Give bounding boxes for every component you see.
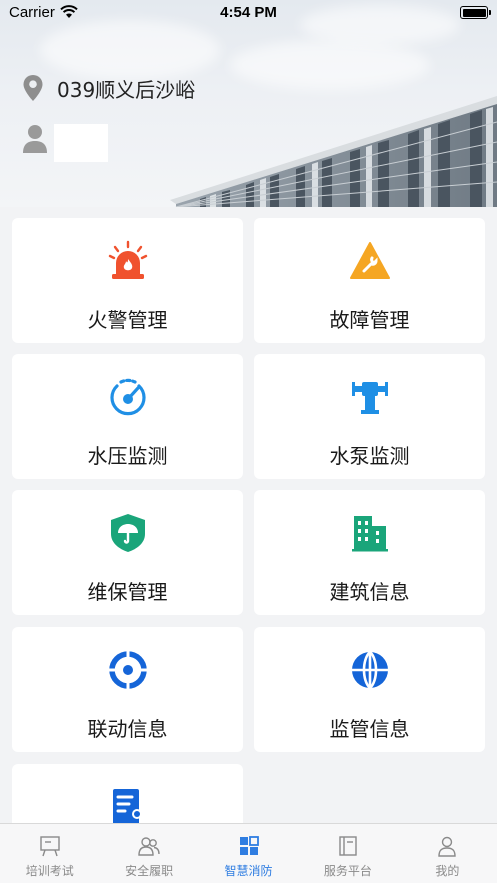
building-background-image — [170, 96, 497, 207]
menu-card-water-pressure[interactable]: 水压监测 — [12, 354, 243, 479]
header-banner: Carrier 4:54 PM 039顺义后沙峪 — [0, 0, 497, 207]
menu-label: 水压监测 — [87, 444, 168, 468]
menu-card-supervision[interactable]: 监管信息 — [254, 627, 485, 752]
linkage-target-icon — [109, 651, 147, 689]
person-icon — [438, 836, 457, 857]
tab-mine[interactable]: 我的 — [398, 824, 497, 883]
menu-label: 火警管理 — [87, 308, 168, 332]
tab-training-exam[interactable]: 培训考试 — [0, 824, 99, 883]
tab-service-platform[interactable]: 服务平台 — [298, 824, 397, 883]
tab-label: 我的 — [435, 864, 460, 878]
location-pin-icon — [23, 75, 43, 101]
menu-label: 监管信息 — [329, 717, 410, 741]
status-time: 4:54 PM — [220, 4, 277, 21]
tab-bar: 培训考试 安全履职 智慧消防 服务平台 我的 — [0, 823, 497, 883]
menu-card-fault[interactable]: 故障管理 — [254, 218, 485, 343]
grid-apps-icon — [239, 836, 259, 855]
menu-card-maintenance[interactable]: 维保管理 — [12, 490, 243, 615]
tab-safety-duty[interactable]: 安全履职 — [99, 824, 198, 883]
fire-alarm-icon — [108, 240, 148, 279]
menu-label: 建筑信息 — [329, 580, 410, 604]
users-icon — [138, 837, 160, 856]
user-name-field — [54, 124, 108, 162]
user-avatar-icon — [23, 125, 47, 153]
tab-label: 安全履职 — [125, 864, 174, 878]
maintenance-shield-icon — [111, 514, 145, 552]
pressure-gauge-icon — [110, 378, 146, 416]
menu-label: 维保管理 — [87, 580, 168, 604]
building-icon — [352, 516, 388, 552]
tab-label: 智慧消防 — [224, 864, 273, 878]
menu-label: 水泵监测 — [329, 444, 410, 468]
tab-label: 服务平台 — [323, 864, 372, 878]
fault-warning-icon — [350, 242, 390, 279]
tab-label: 培训考试 — [25, 864, 74, 878]
tab-smart-fire[interactable]: 智慧消防 — [199, 824, 298, 883]
menu-card-building[interactable]: 建筑信息 — [254, 490, 485, 615]
location-label[interactable]: 039顺义后沙峪 — [57, 74, 195, 103]
status-bar: Carrier 4:54 PM — [0, 0, 497, 26]
water-pump-icon — [352, 382, 388, 414]
globe-monitor-icon — [352, 651, 388, 689]
menu-label: 故障管理 — [329, 308, 410, 332]
document-user-icon — [113, 789, 142, 825]
menu-card-fire-alarm[interactable]: 火警管理 — [12, 218, 243, 343]
menu-card-water-pump[interactable]: 水泵监测 — [254, 354, 485, 479]
presentation-board-icon — [40, 836, 60, 857]
menu-label: 联动信息 — [87, 717, 168, 741]
battery-icon — [460, 6, 491, 19]
book-icon — [339, 836, 357, 856]
menu-card-linkage[interactable]: 联动信息 — [12, 627, 243, 752]
